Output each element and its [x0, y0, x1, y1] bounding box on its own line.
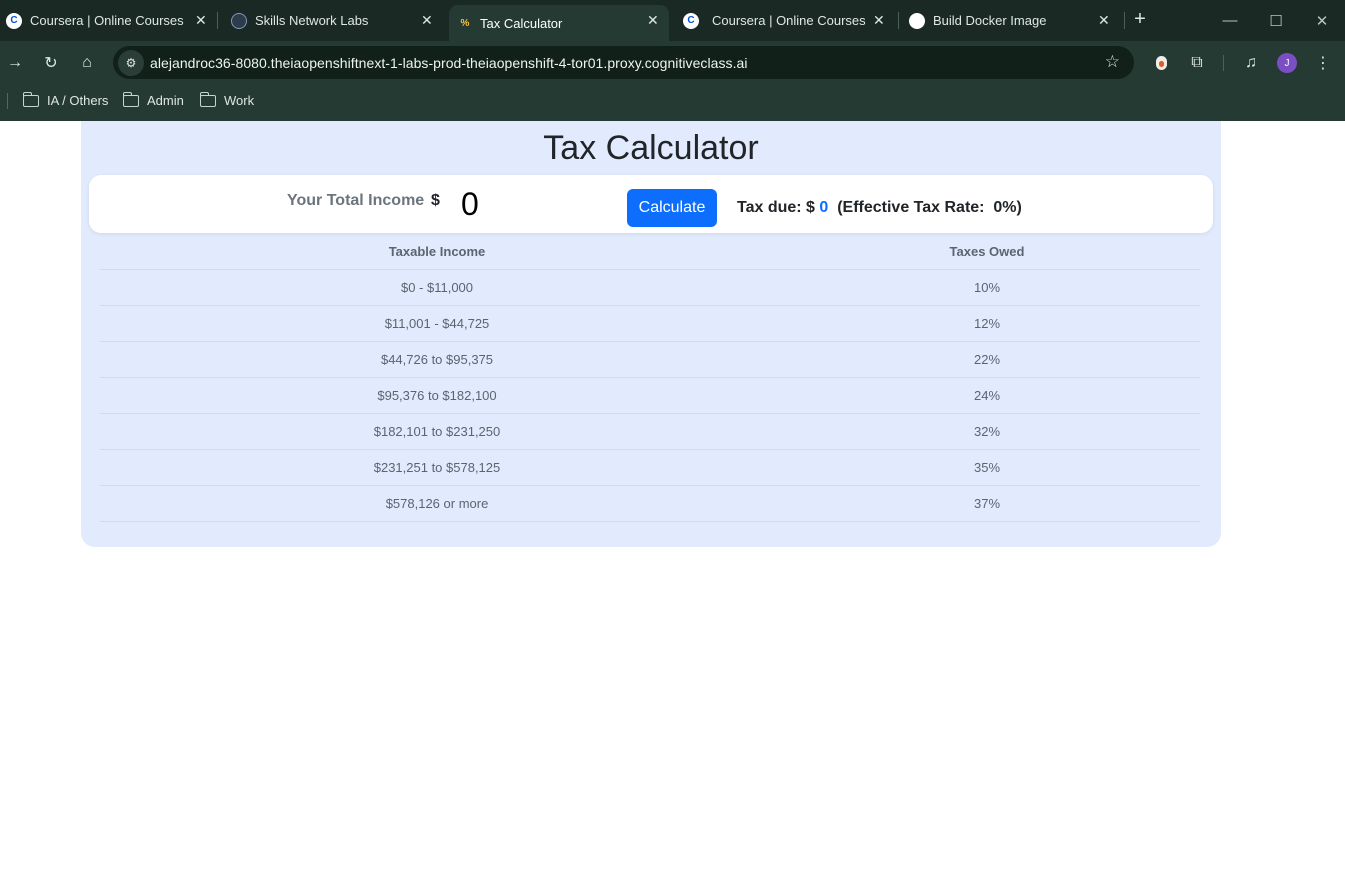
extension-record-icon[interactable]	[1149, 51, 1173, 75]
browser-toolbar: → ↻ ⌂ ⚙ alejandroc36-8080.theiaopenshift…	[0, 41, 1345, 84]
calculator-form: Your Total Income $ Calculate Tax due: $…	[89, 175, 1213, 233]
tab-title: Skills Network Labs	[255, 13, 369, 28]
close-icon[interactable]: ✕	[873, 12, 885, 29]
tax-due-value: 0	[819, 199, 829, 216]
income-range-cell: $231,251 to $578,125	[100, 449, 774, 486]
openai-icon	[909, 12, 925, 29]
page-title: Tax Calculator	[543, 129, 759, 167]
tab-divider	[898, 12, 899, 29]
coursera-icon: C	[6, 12, 22, 29]
url-text[interactable]: alejandroc36-8080.theiaopenshiftnext-1-l…	[150, 55, 748, 71]
home-icon[interactable]: ⌂	[75, 51, 99, 75]
media-control-icon[interactable]: ♫	[1239, 51, 1263, 75]
bookmark-folder-admin[interactable]: Admin	[122, 91, 184, 108]
bookmark-folder-work[interactable]: Work	[199, 91, 255, 108]
tax-result: Tax due: $ 0 (Effective Tax Rate: 0%)	[737, 199, 1022, 217]
income-range-cell: $44,726 to $95,375	[100, 341, 774, 378]
table-row: $182,101 to $231,250 32%	[100, 413, 1200, 450]
close-icon[interactable]: ✕	[647, 12, 659, 29]
tab-title: Tax Calculator	[480, 15, 563, 31]
profile-avatar[interactable]: J	[1277, 53, 1297, 73]
tax-rate-cell: 32%	[774, 413, 1200, 450]
tax-due-label: Tax due: $	[737, 199, 815, 216]
income-range-cell: $11,001 - $44,725	[100, 305, 774, 342]
forward-icon[interactable]: →	[3, 51, 27, 75]
tax-rate-cell: 24%	[774, 377, 1200, 414]
income-label: Your Total Income	[287, 192, 425, 209]
tax-rate-cell: 37%	[774, 485, 1200, 522]
table-row: $231,251 to $578,125 35%	[100, 449, 1200, 486]
table-row: $0 - $11,000 10%	[100, 269, 1200, 306]
table-row: $11,001 - $44,725 12%	[100, 305, 1200, 342]
tab-skills-network[interactable]: Skills Network Labs ✕	[223, 0, 443, 41]
column-header-taxes-owed: Taxes Owed	[774, 235, 1200, 270]
tab-tax-calculator[interactable]: % Tax Calculator ✕	[449, 5, 669, 41]
bookmark-label: Admin	[147, 93, 184, 108]
reload-icon[interactable]: ↻	[39, 51, 63, 75]
column-header-taxable-income: Taxable Income	[100, 235, 774, 270]
skills-network-icon	[231, 12, 247, 29]
folder-icon	[122, 91, 139, 107]
tab-coursera-1[interactable]: C Coursera | Online Courses From ✕	[0, 0, 215, 41]
tab-title: Coursera | Online Courses From	[30, 13, 186, 28]
toolbar-divider	[1223, 55, 1224, 71]
table-header-row: Taxable Income Taxes Owed	[100, 235, 1200, 270]
tab-build-docker-image[interactable]: Build Docker Image ✕	[902, 0, 1122, 41]
bookmark-label: IA / Others	[47, 93, 109, 108]
tab-title: Build Docker Image	[933, 13, 1047, 28]
income-range-cell: $95,376 to $182,100	[100, 377, 774, 414]
effective-rate-value: 0%)	[993, 199, 1022, 216]
table-row: $44,726 to $95,375 22%	[100, 341, 1200, 378]
bookmarks-divider	[7, 93, 8, 109]
tax-calculator-panel: Tax Calculator Your Total Income $ Calcu…	[81, 121, 1221, 547]
folder-icon	[22, 91, 39, 107]
minimize-button[interactable]: —	[1207, 0, 1253, 41]
tax-rate-cell: 12%	[774, 305, 1200, 342]
percent-icon: %	[460, 17, 470, 29]
table-row: $95,376 to $182,100 24%	[100, 377, 1200, 414]
currency-symbol: $	[431, 192, 440, 209]
bookmark-folder-ia-others[interactable]: IA / Others	[22, 91, 109, 108]
tax-brackets-table: Taxable Income Taxes Owed $0 - $11,000 10…	[100, 235, 1200, 522]
tax-rate-cell: 10%	[774, 269, 1200, 306]
tax-rate-cell: 35%	[774, 449, 1200, 486]
income-input[interactable]	[453, 185, 603, 223]
close-window-button[interactable]: ✕	[1299, 0, 1345, 41]
tab-strip: C Coursera | Online Courses From ✕ Skill…	[0, 0, 1345, 41]
folder-icon	[199, 91, 216, 107]
table-row: $578,126 or more 37%	[100, 485, 1200, 522]
close-icon[interactable]: ✕	[195, 12, 207, 29]
site-info-icon[interactable]: ⚙	[118, 50, 144, 76]
bookmark-label: Work	[224, 93, 255, 108]
tax-rate-cell: 22%	[774, 341, 1200, 378]
more-menu-icon[interactable]: ⋮	[1311, 51, 1335, 75]
extensions-puzzle-icon[interactable]: ⧉	[1185, 51, 1209, 75]
calculate-button[interactable]: Calculate	[627, 189, 717, 227]
bookmarks-bar: IA / Others Admin Work	[0, 84, 1345, 121]
close-icon[interactable]: ✕	[421, 12, 433, 29]
new-tab-button[interactable]: +	[1128, 8, 1152, 32]
tab-divider	[217, 12, 218, 29]
effective-rate-label: (Effective Tax Rate:	[837, 199, 985, 216]
tab-divider	[1124, 12, 1125, 29]
income-range-cell: $578,126 or more	[100, 485, 774, 522]
bookmark-star-icon[interactable]: ☆	[1105, 52, 1120, 72]
income-range-cell: $0 - $11,000	[100, 269, 774, 306]
tab-coursera-2[interactable]: C Coursera | Online Courses From ✕	[677, 0, 892, 41]
address-bar[interactable]: ⚙ alejandroc36-8080.theiaopenshiftnext-1…	[113, 46, 1134, 79]
close-icon[interactable]: ✕	[1098, 12, 1110, 29]
income-range-cell: $182,101 to $231,250	[100, 413, 774, 450]
maximize-button[interactable]: ☐	[1253, 0, 1299, 41]
tab-title: Coursera | Online Courses From	[712, 13, 868, 28]
coursera-icon: C	[683, 12, 699, 29]
